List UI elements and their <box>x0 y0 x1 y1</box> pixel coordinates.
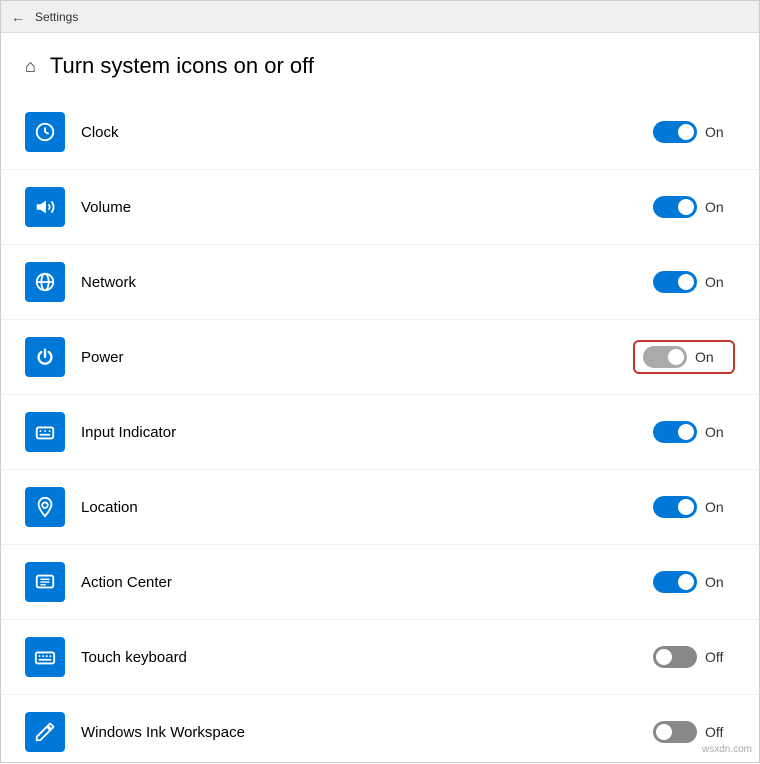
volume-label: Volume <box>81 199 635 216</box>
volume-toggle-label: On <box>705 199 735 215</box>
clock-toggle-area: On <box>635 121 735 143</box>
input-indicator-toggle-area: On <box>635 421 735 443</box>
input-indicator-icon <box>25 412 65 452</box>
settings-list: ClockOnVolumeOnNetworkOnPowerOnInput Ind… <box>1 95 759 764</box>
windows-ink-toggle-area: Off <box>635 721 735 743</box>
input-indicator-toggle-label: On <box>705 424 735 440</box>
settings-item-network: Network On <box>1 245 759 320</box>
settings-item-input-indicator: Input Indicator On <box>1 395 759 470</box>
volume-toggle[interactable] <box>653 196 697 218</box>
volume-icon <box>25 187 65 227</box>
power-label: Power <box>81 349 633 366</box>
clock-label: Clock <box>81 124 635 141</box>
network-icon <box>25 262 65 302</box>
action-center-toggle-area: On <box>635 571 735 593</box>
windows-ink-label: Windows Ink Workspace <box>81 724 635 741</box>
settings-item-action-center: Action Center On <box>1 545 759 620</box>
home-icon[interactable]: ⌂ <box>25 56 36 77</box>
touch-keyboard-toggle-label: Off <box>705 649 735 665</box>
action-center-toggle[interactable] <box>653 571 697 593</box>
window-title: Settings <box>35 10 78 24</box>
power-toggle-label: On <box>695 349 725 365</box>
location-icon <box>25 487 65 527</box>
page-heading: ⌂ Turn system icons on or off <box>1 33 759 95</box>
settings-item-location: Location On <box>1 470 759 545</box>
settings-item-volume: Volume On <box>1 170 759 245</box>
power-toggle[interactable] <box>643 346 687 368</box>
clock-toggle[interactable] <box>653 121 697 143</box>
windows-ink-toggle-label: Off <box>705 724 735 740</box>
settings-item-clock: Clock On <box>1 95 759 170</box>
settings-item-power: Power On <box>1 320 759 395</box>
clock-icon <box>25 112 65 152</box>
network-label: Network <box>81 274 635 291</box>
power-toggle-area: On <box>633 340 735 374</box>
location-toggle-area: On <box>635 496 735 518</box>
volume-toggle-area: On <box>635 196 735 218</box>
touch-keyboard-toggle[interactable] <box>653 646 697 668</box>
settings-item-touch-keyboard: Touch keyboard Off <box>1 620 759 695</box>
touch-keyboard-label: Touch keyboard <box>81 649 635 666</box>
input-indicator-toggle[interactable] <box>653 421 697 443</box>
location-label: Location <box>81 499 635 516</box>
location-toggle-label: On <box>705 499 735 515</box>
page-title: Turn system icons on or off <box>50 53 314 79</box>
input-indicator-label: Input Indicator <box>81 424 635 441</box>
action-center-label: Action Center <box>81 574 635 591</box>
back-button[interactable]: ← <box>11 9 25 25</box>
touch-keyboard-toggle-area: Off <box>635 646 735 668</box>
settings-item-windows-ink: Windows Ink Workspace Off <box>1 695 759 764</box>
power-toggle-highlight: On <box>633 340 735 374</box>
clock-toggle-label: On <box>705 124 735 140</box>
settings-page: ⌂ Turn system icons on or off ClockOnVol… <box>1 33 759 764</box>
windows-ink-toggle[interactable] <box>653 721 697 743</box>
location-toggle[interactable] <box>653 496 697 518</box>
network-toggle-area: On <box>635 271 735 293</box>
action-center-icon <box>25 562 65 602</box>
network-toggle-label: On <box>705 274 735 290</box>
watermark: wsxdn.com <box>702 744 752 755</box>
title-bar: ← Settings <box>1 1 759 33</box>
action-center-toggle-label: On <box>705 574 735 590</box>
windows-ink-icon <box>25 712 65 752</box>
touch-keyboard-icon <box>25 637 65 677</box>
power-icon <box>25 337 65 377</box>
network-toggle[interactable] <box>653 271 697 293</box>
